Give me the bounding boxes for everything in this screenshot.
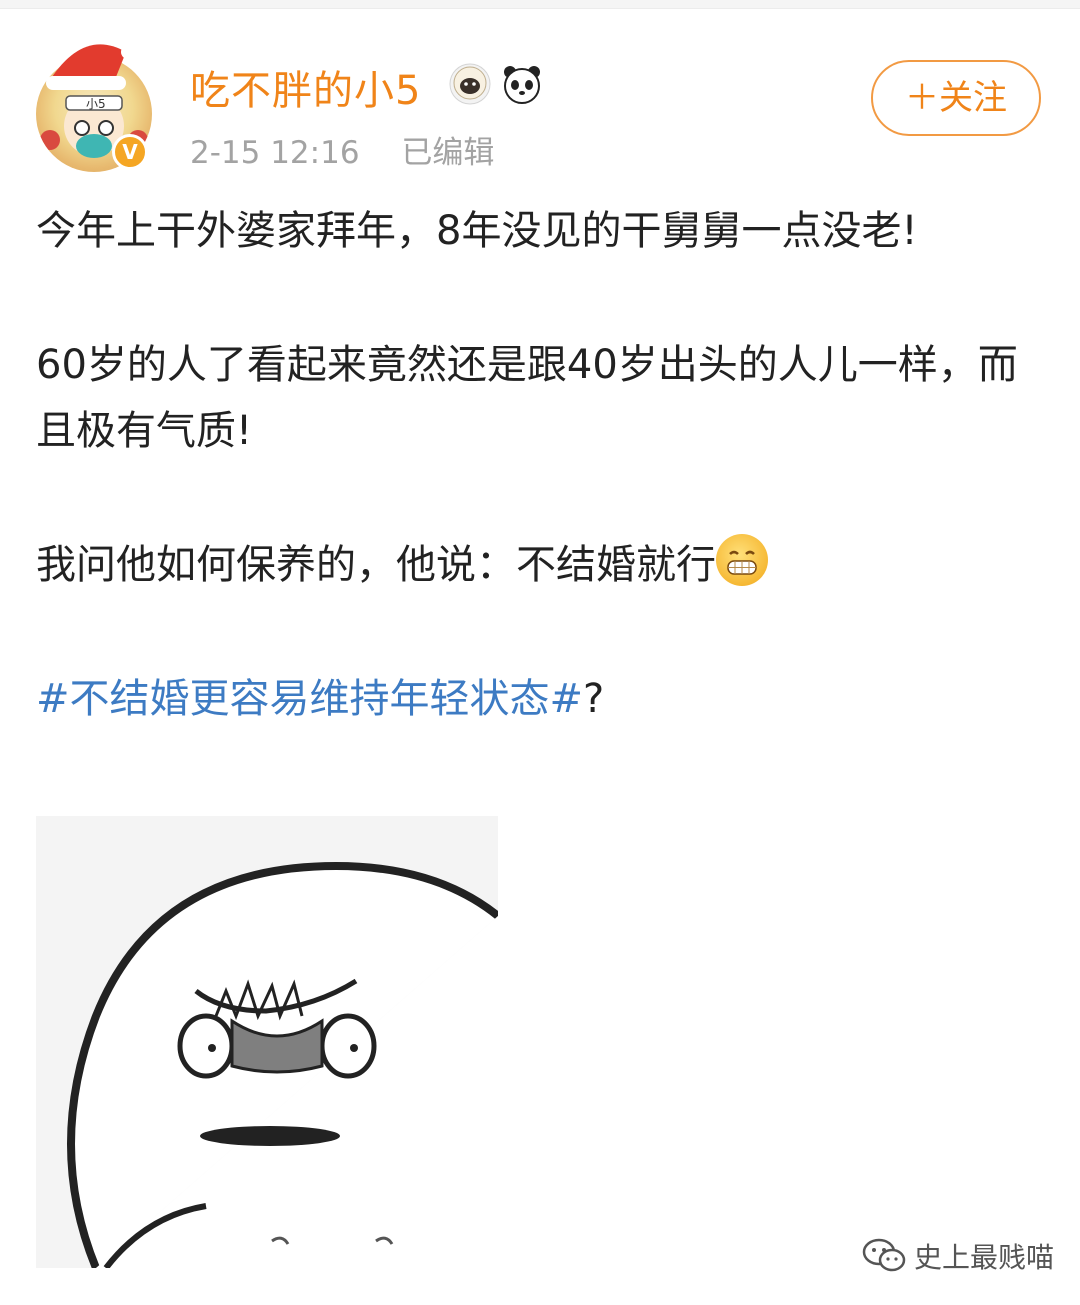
top-divider: [0, 0, 1080, 9]
svg-text:小5: 小5: [86, 97, 106, 111]
sheep-badge-icon: [449, 63, 491, 105]
post-meta: 2-15 12:16 已编辑: [190, 127, 494, 172]
post-paragraph-3: 我问他如何保养的，他说：不结婚就行: [36, 532, 1036, 598]
post-paragraph-1: 今年上干外婆家拜年，8年没见的干舅舅一点没老!: [36, 208, 918, 254]
santa-hat-icon: [46, 44, 134, 90]
grin-emoji-icon: [716, 534, 768, 586]
post-body: 今年上干外婆家拜年，8年没见的干舅舅一点没老! 60岁的人了看起来竟然还是跟40…: [36, 198, 1036, 800]
avatar[interactable]: 小5 V: [34, 38, 152, 172]
edited-label[interactable]: 已编辑: [401, 135, 494, 171]
hashtag-link[interactable]: #不结婚更容易维持年轻状态#: [36, 676, 583, 722]
post-hashtag-line: #不结婚更容易维持年轻状态#?: [36, 666, 1036, 732]
verified-badge: V: [112, 134, 148, 170]
post-timestamp: 2-15 12:16: [190, 135, 360, 171]
watermark: 史上最贱喵: [862, 1236, 1054, 1276]
panda-badge-icon: [504, 66, 540, 104]
post-paragraph-2: 60岁的人了看起来竟然还是跟40岁出头的人儿一样，而且极有气质!: [36, 342, 1018, 454]
meme-image[interactable]: [36, 816, 498, 1268]
post-paragraph-3-text: 我问他如何保养的，他说：不结婚就行: [36, 542, 716, 588]
follow-button[interactable]: ＋关注: [871, 60, 1041, 136]
hashtag-suffix: ?: [583, 676, 605, 722]
watermark-text: 史上最贱喵: [914, 1241, 1055, 1274]
username[interactable]: 吃不胖的小5: [190, 58, 421, 116]
wechat-icon: [862, 1238, 906, 1272]
